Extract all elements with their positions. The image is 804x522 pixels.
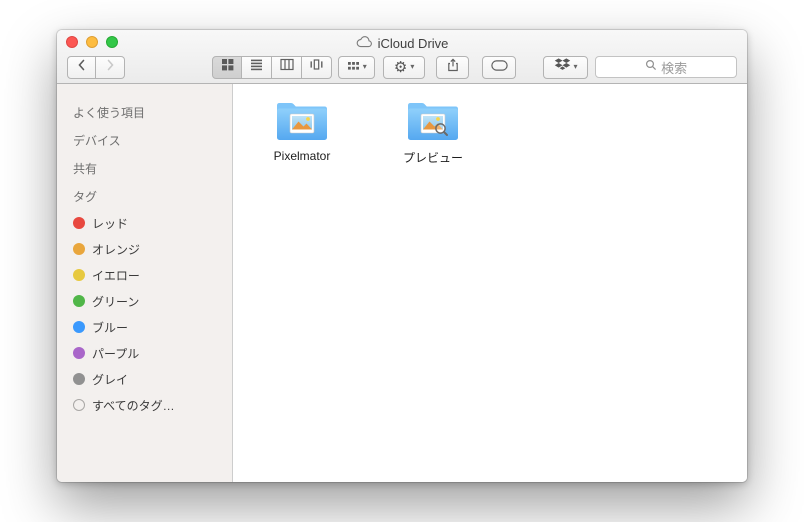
- search-icon: [645, 58, 657, 76]
- tag-label: レッド: [92, 216, 129, 231]
- sidebar-tag-blue[interactable]: ブルー: [57, 314, 232, 340]
- sidebar-tag-purple[interactable]: パープル: [57, 340, 232, 366]
- list-view-icon: [250, 58, 263, 76]
- icon-view-button[interactable]: [212, 55, 242, 79]
- tag-label: イエロー: [92, 268, 140, 283]
- search-placeholder: 検索: [661, 60, 688, 76]
- tags-button[interactable]: [482, 55, 516, 79]
- section-label: 共有: [73, 161, 98, 176]
- file-label: プレビュー: [402, 151, 463, 165]
- section-label: よく使う項目: [73, 105, 146, 120]
- chevron-down-icon: ▾: [362, 62, 367, 71]
- sidebar-tag-gray[interactable]: グレイ: [57, 366, 232, 392]
- tag-label: オレンジ: [92, 242, 141, 257]
- tag-label: ブルー: [92, 320, 129, 335]
- tag-label: すべてのタグ…: [92, 398, 175, 413]
- search-input[interactable]: 検索: [595, 56, 738, 78]
- close-button[interactable]: [66, 36, 78, 48]
- tag-color-dot: [73, 295, 85, 307]
- traffic-lights: [66, 36, 118, 48]
- coverflow-view-button[interactable]: [302, 55, 332, 79]
- tag-label: グレイ: [92, 372, 129, 387]
- nav-buttons: [67, 55, 125, 79]
- list-view-button[interactable]: [242, 55, 272, 79]
- sidebar-tag-orange[interactable]: オレンジ: [57, 236, 232, 262]
- coverflow-view-icon: [309, 58, 324, 76]
- chevron-down-icon: ▾: [573, 62, 578, 71]
- tag-color-dot: [73, 269, 85, 281]
- sidebar-section-shared[interactable]: 共有: [57, 154, 232, 182]
- action-button[interactable]: ⚙ ▾: [383, 55, 425, 79]
- sidebar-section-devices[interactable]: デバイス: [57, 126, 232, 154]
- forward-button[interactable]: [96, 55, 125, 79]
- column-view-button[interactable]: [272, 55, 302, 79]
- finder-window: iCloud Drive ▾ ⚙ ▾ ▾ 検索 よく使う項目 デバイス 共有 タ…: [57, 30, 747, 482]
- chevron-down-icon: ▾: [410, 62, 415, 71]
- tag-label: グリーン: [92, 294, 140, 309]
- back-button[interactable]: [67, 55, 96, 79]
- icloud-cloud-icon: [356, 35, 373, 53]
- sidebar-tag-yellow[interactable]: イエロー: [57, 262, 232, 288]
- window-chrome: iCloud Drive ▾ ⚙ ▾ ▾ 検索: [57, 30, 747, 84]
- chevron-left-icon: [77, 58, 86, 76]
- dropbox-icon: [554, 57, 571, 77]
- section-label: デバイス: [73, 133, 121, 148]
- file-item-preview[interactable]: プレビュー: [375, 98, 491, 166]
- share-icon: [446, 58, 460, 77]
- chevron-right-icon: [106, 58, 115, 76]
- window-title-area: iCloud Drive: [356, 35, 449, 53]
- zoom-button[interactable]: [106, 36, 118, 48]
- section-label: タグ: [73, 189, 98, 204]
- tag-color-dot: [73, 321, 85, 333]
- tag-color-dot: [73, 217, 85, 229]
- window-title: iCloud Drive: [377, 36, 449, 51]
- sidebar-tag-all-tags[interactable]: すべてのタグ…: [57, 392, 232, 418]
- tag-color-dot: [73, 399, 85, 411]
- share-button[interactable]: [435, 55, 470, 79]
- file-item-pixelmator[interactable]: Pixelmator: [244, 98, 360, 163]
- tag-icon: [490, 58, 508, 76]
- sidebar: よく使う項目 デバイス 共有 タグ レッド オレンジ イエロー グリーン ブルー…: [57, 84, 233, 482]
- arrange-button[interactable]: ▾: [338, 55, 376, 79]
- tag-color-dot: [73, 243, 85, 255]
- grid-view-icon: [221, 58, 234, 76]
- arrange-icon: [347, 58, 360, 76]
- sidebar-section-tags[interactable]: タグ: [57, 182, 232, 210]
- file-browser-content[interactable]: Pixelmator プレビュー: [233, 84, 747, 482]
- column-view-icon: [279, 58, 294, 76]
- tag-color-dot: [73, 373, 85, 385]
- tag-label: パープル: [92, 346, 140, 361]
- sidebar-section-favorites[interactable]: よく使う項目: [57, 98, 232, 126]
- titlebar[interactable]: iCloud Drive: [57, 30, 747, 54]
- tag-color-dot: [73, 347, 85, 359]
- gear-icon: ⚙: [393, 58, 408, 76]
- dropbox-button[interactable]: ▾: [542, 55, 589, 79]
- minimize-button[interactable]: [86, 36, 98, 48]
- view-segmented-control: [212, 55, 332, 79]
- file-label: Pixelmator: [273, 149, 331, 163]
- folder-icon: [408, 103, 458, 140]
- sidebar-tag-green[interactable]: グリーン: [57, 288, 232, 314]
- folder-icon: [277, 103, 327, 140]
- toolbar: ▾ ⚙ ▾ ▾ 検索: [57, 54, 747, 83]
- sidebar-tag-red[interactable]: レッド: [57, 210, 232, 236]
